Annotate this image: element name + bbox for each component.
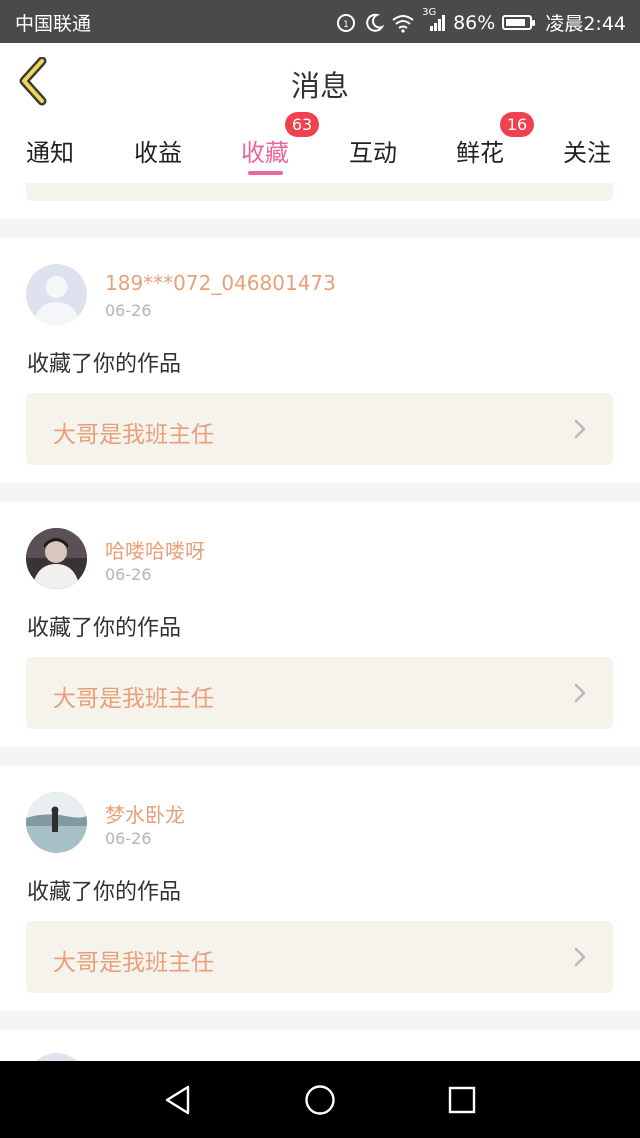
tab-flowers[interactable]: 鲜花 xyxy=(456,133,504,168)
system-nav-bar xyxy=(0,1061,640,1138)
battery-percent: 86% xyxy=(453,11,496,34)
tab-earnings[interactable]: 收益 xyxy=(134,133,182,168)
avatar[interactable] xyxy=(26,528,87,589)
battery-icon xyxy=(502,15,536,30)
username[interactable]: 哈喽哈喽呀 xyxy=(105,535,205,564)
work-link[interactable]: 大哥是我班主任 xyxy=(26,657,613,729)
tab-interaction[interactable]: 互动 xyxy=(349,133,397,168)
back-triangle-icon[interactable] xyxy=(161,1083,195,1117)
tab-notice[interactable]: 通知 xyxy=(26,133,74,168)
tab-bar: 通知 收益 收藏 互动 鲜花 关注 xyxy=(0,121,640,183)
work-title: 大哥是我班主任 xyxy=(53,422,214,448)
user-photo-avatar xyxy=(26,528,87,589)
moon-icon xyxy=(366,13,385,32)
action-text: 收藏了你的作品 xyxy=(27,352,182,377)
recents-square-icon[interactable] xyxy=(445,1083,479,1117)
wifi-icon xyxy=(392,14,414,33)
svg-text:1: 1 xyxy=(343,20,349,30)
action-text: 收藏了你的作品 xyxy=(27,880,182,905)
notification-card xyxy=(0,1030,640,1061)
default-avatar-icon xyxy=(26,264,87,325)
username[interactable]: 梦水卧龙 xyxy=(105,799,185,828)
tab-follow[interactable]: 关注 xyxy=(563,133,611,168)
timestamp: 06-26 xyxy=(105,565,152,584)
chevron-right-icon xyxy=(574,683,586,703)
timestamp: 06-26 xyxy=(105,301,152,320)
previous-work-link[interactable] xyxy=(26,183,613,201)
username[interactable]: 189***072_046801473 xyxy=(105,271,336,295)
sync-icon: 1 xyxy=(337,13,356,32)
work-link[interactable]: 大哥是我班主任 xyxy=(26,393,613,465)
page-title: 消息 xyxy=(290,69,349,103)
user-photo-avatar xyxy=(26,792,87,853)
active-tab-indicator xyxy=(248,171,283,175)
notification-card: 梦水卧龙 06-26 收藏了你的作品 大哥是我班主任 xyxy=(0,766,640,1011)
clock: 凌晨2:44 xyxy=(545,13,626,35)
status-bar: 中国联通 1 3G 86% 凌晨2:44 xyxy=(0,0,640,43)
avatar[interactable] xyxy=(26,1053,87,1061)
work-link[interactable]: 大哥是我班主任 xyxy=(26,921,613,993)
header: 消息 xyxy=(0,43,640,122)
action-text: 收藏了你的作品 xyxy=(27,616,182,641)
chevron-right-icon xyxy=(574,419,586,439)
tab-favorites[interactable]: 收藏 xyxy=(241,133,289,168)
previous-card-tail xyxy=(0,183,640,219)
status-icons: 1 3G 86% 凌晨2:44 xyxy=(335,7,626,36)
avatar[interactable] xyxy=(26,264,87,325)
notification-card: 189***072_046801473 06-26 收藏了你的作品 大哥是我班主… xyxy=(0,238,640,483)
home-circle-icon[interactable] xyxy=(303,1083,337,1117)
avatar[interactable] xyxy=(26,792,87,853)
signal-icon: 3G xyxy=(422,7,446,33)
flowers-count-badge: 16 xyxy=(500,112,534,137)
timestamp: 06-26 xyxy=(105,829,152,848)
favorites-count-badge: 63 xyxy=(285,112,319,137)
notification-list[interactable]: 189***072_046801473 06-26 收藏了你的作品 大哥是我班主… xyxy=(0,183,640,1061)
carrier-label: 中国联通 xyxy=(15,13,92,35)
work-title: 大哥是我班主任 xyxy=(53,950,214,976)
chevron-right-icon xyxy=(574,947,586,967)
notification-card: 哈喽哈喽呀 06-26 收藏了你的作品 大哥是我班主任 xyxy=(0,502,640,747)
work-title: 大哥是我班主任 xyxy=(53,686,214,712)
